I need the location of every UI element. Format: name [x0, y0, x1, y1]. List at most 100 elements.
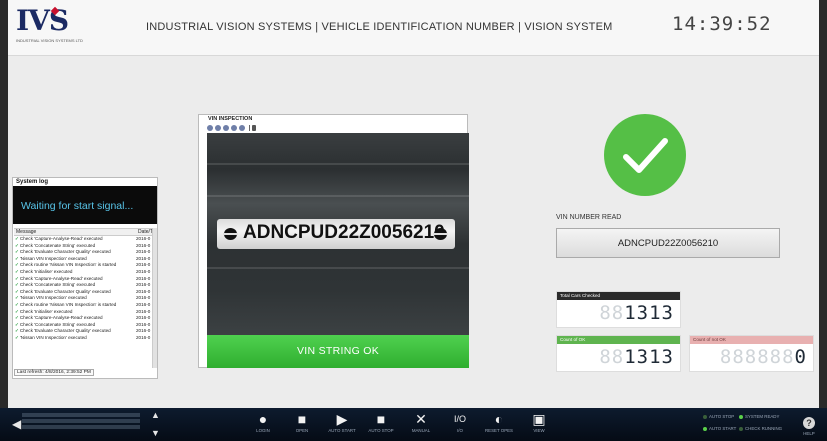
log-message: ✓Check 'Evaluate Character Quality' exec… — [14, 289, 136, 296]
total-cars-value: 1313 — [624, 302, 674, 324]
log-row[interactable]: ✓Check 'Capture-Analyse-Read' executed 20… — [14, 315, 157, 322]
log-row[interactable]: ✓Check 'Initialise' executed 2016-0 — [14, 269, 157, 276]
vin-plate: ADNCPUD22Z0056210 — [217, 219, 455, 249]
log-message-text: 'Nissan VIN Inspection' executed — [19, 334, 87, 340]
open-label: OPEN — [295, 428, 309, 433]
log-row[interactable]: ✓Check routine 'Nissan VIN Inspection' i… — [14, 262, 157, 269]
camera-toolbar — [199, 123, 467, 132]
system-log-panel: System log Waiting for start signal... M… — [12, 177, 158, 379]
log-message: ✓Check 'Concatenate String' executed — [14, 282, 136, 289]
manual-label: MANUAL — [411, 428, 431, 433]
folder-icon: ■ — [297, 411, 307, 427]
system-log-table[interactable]: Message Date/T ✓Check 'Capture-Analyse-R… — [14, 228, 157, 368]
total-cars-label: Total Cars Checked — [557, 292, 680, 300]
clock-display: 14:39:52 — [672, 13, 772, 35]
pass-check-icon — [604, 114, 686, 196]
plate-logo-right-icon — [433, 228, 448, 240]
check-running-indicator: CHECK RUNNING — [739, 426, 782, 431]
ok-count-value: 1313 — [624, 346, 674, 368]
ivs-logo: IVS INDUSTRIAL VISION SYSTEMS LTD — [16, 6, 84, 48]
vin-inspection-title: VIN INSPECTION — [208, 116, 253, 122]
vision-app-window: IVS INDUSTRIAL VISION SYSTEMS LTD INDUST… — [8, 0, 819, 408]
auto-stop-light-icon — [703, 414, 707, 419]
fit-view-icon[interactable] — [223, 124, 229, 131]
log-message-text: Check 'Initialise' executed — [19, 268, 73, 274]
zoom-in-icon[interactable] — [207, 124, 213, 131]
open-button[interactable]: ■ OPEN — [285, 411, 319, 433]
log-check-icon: ✓ — [15, 334, 19, 340]
manual-button[interactable]: ✕ MANUAL — [404, 411, 438, 433]
log-row[interactable]: ✓Check routine 'Nissan VIN Inspection' i… — [14, 302, 157, 309]
auto-stop-label: AUTO STOP — [368, 428, 394, 433]
wrench-icon: ✕ — [415, 411, 427, 427]
login-label: LOGIN — [256, 428, 270, 433]
log-row[interactable]: ✓Check 'Concatenate String' executed 2016… — [14, 243, 157, 250]
log-message-text: Check routine 'Nissan VIN Inspection' is… — [19, 301, 117, 307]
system-ready-indicator: SYSTEM READY — [739, 414, 779, 419]
recent-list-preview — [22, 413, 140, 436]
log-message-text: Check 'Initialise' executed — [19, 308, 73, 314]
log-message-text: Check 'Concatenate String' executed — [19, 321, 96, 327]
auto-stop-indicator-label: AUTO STOP — [709, 414, 735, 419]
auto-start-button[interactable]: ▶ AUTO START — [325, 411, 359, 433]
auto-start-indicator: AUTO START — [703, 426, 736, 431]
not-ok-ghost-digits: 888888 — [719, 346, 795, 368]
log-check-icon: ✓ — [15, 315, 19, 321]
auto-stop-button[interactable]: ■ AUTO STOP — [364, 411, 398, 433]
log-row[interactable]: ✓Check 'Concatenate String' executed 2016… — [14, 322, 157, 329]
not-ok-counter: Count of not OK 8888880 — [689, 335, 814, 372]
log-row[interactable]: ✓'Nissan VIN Inspection' executed 2016-0 — [14, 295, 157, 302]
zoom-out-icon[interactable] — [215, 124, 221, 131]
log-row[interactable]: ✓Check 'Capture-Analyse-Read' executed 20… — [14, 236, 157, 243]
log-check-icon: ✓ — [15, 275, 19, 281]
log-message: ✓Check 'Evaluate Character Quality' exec… — [14, 328, 136, 335]
reset-opes-button[interactable]: ◐ RESET OPES — [482, 411, 516, 433]
io-button[interactable]: I/O I/O — [443, 411, 477, 433]
ok-ghost-digits: 88 — [599, 346, 625, 368]
log-column-date[interactable]: Date/T — [136, 229, 153, 235]
reset-icon: ◐ — [494, 411, 504, 427]
log-check-icon: ✓ — [15, 236, 19, 241]
log-row[interactable]: ✓Check 'Capture-Analyse-Read' executed 20… — [14, 276, 157, 283]
log-row[interactable]: ✓Check 'Evaluate Character Quality' exec… — [14, 249, 157, 256]
log-column-message[interactable]: Message — [14, 229, 136, 235]
io-icon: I/O — [453, 414, 466, 424]
help-button[interactable]: ? HELP — [799, 413, 819, 436]
log-message: ✓Check 'Capture-Analyse-Read' executed — [14, 236, 136, 243]
scroll-up-icon[interactable]: ▲ — [151, 410, 160, 420]
log-check-icon: ✓ — [15, 282, 19, 288]
log-row[interactable]: ✓Check 'Initialise' executed 2016-0 — [14, 309, 157, 316]
log-check-icon: ✓ — [15, 295, 19, 301]
log-message-text: Check routine 'Nissan VIN Inspection' is… — [19, 262, 117, 268]
log-message: ✓'Nissan VIN Inspection' executed — [14, 295, 136, 302]
log-check-icon: ✓ — [15, 242, 19, 248]
login-button[interactable]: ● LOGIN — [246, 411, 280, 433]
system-log-title: System log — [16, 179, 49, 185]
log-row[interactable]: ✓Check 'Evaluate Character Quality' exec… — [14, 289, 157, 296]
user-icon: ● — [258, 411, 268, 427]
pan-icon[interactable] — [231, 124, 237, 131]
snapshot-icon[interactable] — [239, 124, 245, 131]
scroll-down-icon[interactable]: ▼ — [151, 428, 160, 438]
image-texture — [207, 163, 469, 165]
log-row[interactable]: ✓Check 'Evaluate Character Quality' exec… — [14, 328, 157, 335]
reset-opes-label: RESET OPES — [485, 428, 513, 433]
logo-subtitle: INDUSTRIAL VISION SYSTEMS LTD — [16, 38, 83, 43]
ok-counter: Count of OK 881313 — [556, 335, 681, 372]
log-message: ✓'Nissan VIN Inspection' executed — [14, 335, 136, 342]
log-message: ✓Check 'Initialise' executed — [14, 309, 136, 316]
log-message-text: 'Nissan VIN Inspection' executed — [19, 255, 87, 261]
log-scrollbar[interactable] — [152, 228, 157, 368]
log-row[interactable]: ✓'Nissan VIN Inspection' executed 2016-0 — [14, 335, 157, 342]
log-row[interactable]: ✓'Nissan VIN Inspection' executed 2016-0 — [14, 256, 157, 263]
log-row[interactable]: ✓Check 'Concatenate String' executed 2016… — [14, 282, 157, 289]
system-ready-indicator-label: SYSTEM READY — [745, 414, 780, 419]
settings-icon[interactable] — [252, 124, 256, 131]
prev-arrow-icon[interactable]: ◀ — [12, 417, 21, 431]
view-button[interactable]: ▣ VIEW — [522, 411, 556, 433]
screen-bezel-left — [0, 0, 8, 441]
log-check-icon: ✓ — [15, 321, 19, 327]
camera-image-view[interactable]: ADNCPUD22Z0056210 — [207, 133, 469, 335]
image-texture — [207, 267, 469, 269]
auto-start-indicator-label: AUTO START — [709, 426, 737, 431]
